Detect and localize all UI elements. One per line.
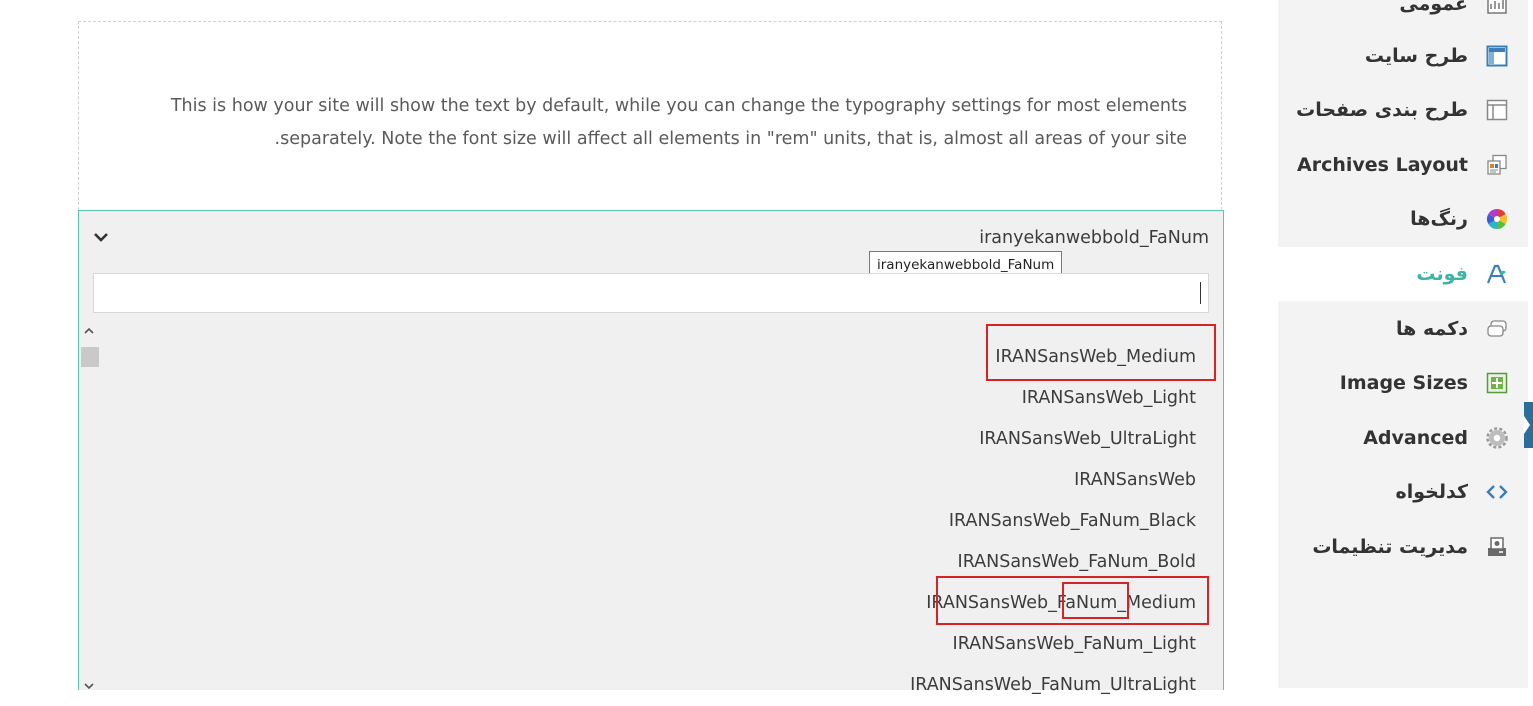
sidebar-item-general[interactable]: عمومی	[1278, 0, 1528, 31]
color-wheel-icon	[1486, 208, 1508, 230]
sidebar-item-custom-code[interactable]: کدلخواه	[1278, 465, 1528, 519]
sidebar-item-colors[interactable]: رنگ‌ها	[1278, 192, 1528, 246]
font-option[interactable]: IRANSansWeb_Light	[196, 378, 1196, 419]
archives-layout-icon	[1486, 154, 1508, 176]
font-family-select[interactable]: iranyekanwebbold_FaNum iranyekanwebbold_…	[78, 210, 1224, 695]
font-option[interactable]: IRANSansWeb_FaNum_Medium	[196, 583, 1196, 624]
font-options-list: IRANSansWeb_Medium IRANSansWeb_Light IRA…	[196, 337, 1196, 706]
scroll-up-icon[interactable]	[81, 323, 97, 339]
font-option[interactable]: IRANSansWeb_UltraLight	[196, 419, 1196, 460]
page-layout-icon	[1486, 99, 1508, 121]
sidebar-item-label: طرح سایت	[1364, 45, 1468, 67]
sidebar-item-label: مدیریت تنظیمات	[1312, 536, 1468, 558]
font-option[interactable]: IRANSansWeb_FaNum_Bold	[196, 542, 1196, 583]
font-option[interactable]: IRANSansWeb	[196, 460, 1196, 501]
site-layout-icon	[1486, 45, 1508, 67]
sidebar-item-label: کدلخواه	[1395, 481, 1469, 503]
scroll-down-icon[interactable]	[81, 678, 97, 694]
font-search-input[interactable]	[93, 273, 1209, 313]
settings-manager-icon	[1486, 536, 1508, 558]
font-option[interactable]: IRANSansWeb_FaNum_UltraLight	[196, 665, 1196, 706]
panel-edge	[1528, 0, 1533, 688]
sidebar-item-font[interactable]: فونت	[1278, 247, 1528, 301]
customizer-sidebar: عمومی طرح سایت طرح بندی صفحات Archives L…	[1278, 0, 1528, 688]
chevron-down-icon[interactable]	[89, 225, 113, 249]
code-icon	[1486, 481, 1508, 503]
text-caret	[1200, 282, 1201, 304]
active-section-marker	[1524, 402, 1533, 448]
sidebar-item-archives-layout[interactable]: Archives Layout	[1278, 138, 1528, 192]
font-icon	[1486, 263, 1508, 285]
sidebar-item-label: رنگ‌ها	[1410, 208, 1468, 230]
sidebar-item-label: Archives Layout	[1297, 154, 1468, 176]
buttons-icon	[1486, 318, 1508, 340]
sidebar-item-label: عمومی	[1399, 0, 1468, 15]
scrollbar-thumb[interactable]	[81, 347, 99, 367]
gear-icon	[1486, 427, 1508, 449]
sidebar-item-label: فونت	[1416, 263, 1468, 285]
typography-description: This is how your site will show the text…	[170, 96, 1187, 149]
general-icon	[1486, 0, 1508, 15]
sidebar-item-site-layout[interactable]: طرح سایت	[1278, 29, 1528, 83]
sidebar-item-label: دکمه ها	[1396, 318, 1468, 340]
sidebar-item-settings-manager[interactable]: مدیریت تنظیمات	[1278, 520, 1528, 574]
font-option[interactable]: IRANSansWeb_Medium	[196, 337, 1196, 378]
selected-font[interactable]: iranyekanwebbold_FaNum	[979, 228, 1209, 248]
sidebar-item-label: طرح بندی صفحات	[1296, 99, 1468, 121]
sidebar-item-advanced[interactable]: Advanced	[1278, 411, 1528, 465]
sidebar-item-label: Image Sizes	[1339, 372, 1468, 394]
description-box: This is how your site will show the text…	[78, 21, 1222, 210]
font-option[interactable]: IRANSansWeb_FaNum_Black	[196, 501, 1196, 542]
sidebar-item-buttons[interactable]: دکمه ها	[1278, 302, 1528, 356]
font-option[interactable]: IRANSansWeb_FaNum_Light	[196, 624, 1196, 665]
image-sizes-icon	[1486, 372, 1508, 394]
sidebar-item-label: Advanced	[1363, 427, 1468, 449]
sidebar-item-image-sizes[interactable]: Image Sizes	[1278, 356, 1528, 410]
sidebar-item-page-layout[interactable]: طرح بندی صفحات	[1278, 83, 1528, 137]
